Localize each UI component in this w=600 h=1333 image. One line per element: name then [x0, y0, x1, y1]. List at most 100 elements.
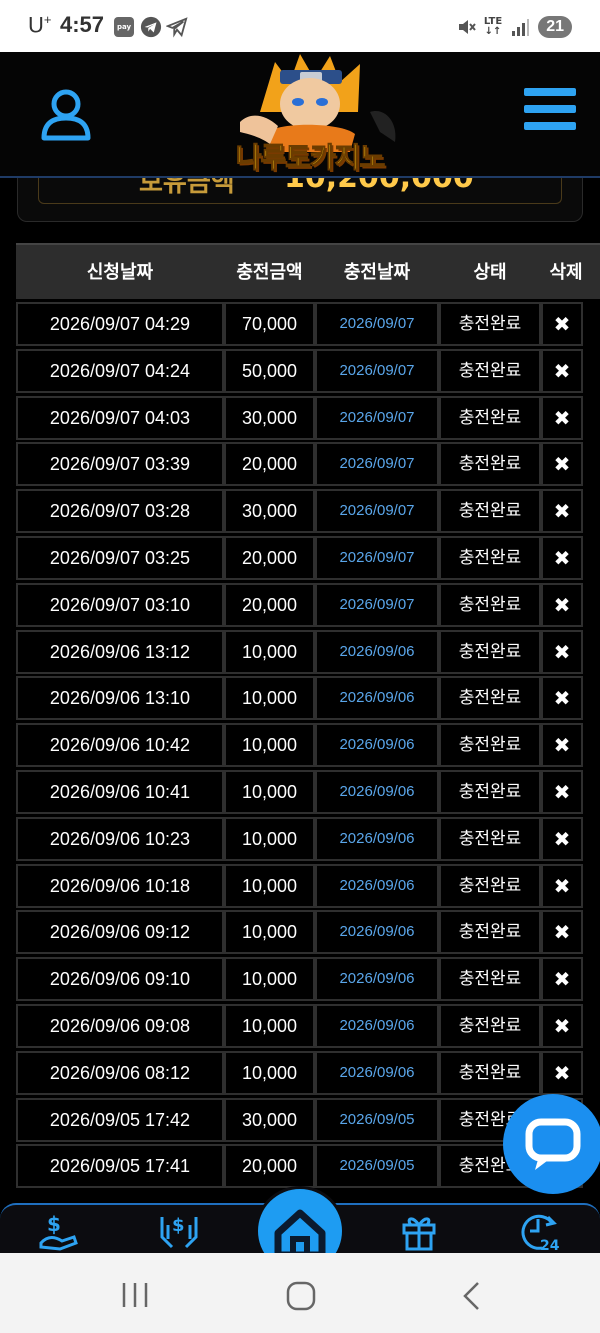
clock: 4:57 [60, 12, 105, 37]
mute-icon [458, 20, 476, 34]
cell-status: 충전완료 [439, 395, 541, 440]
cell-charge-date: 2026/09/06 [315, 910, 439, 955]
cell-amount: 30,000 [224, 1097, 315, 1142]
delete-icon[interactable]: ✖ [541, 863, 583, 908]
cell-amount: 10,000 [224, 1050, 315, 1095]
cell-status: 충전완료 [439, 723, 541, 768]
cell-amount: 50,000 [224, 348, 315, 393]
delete-icon[interactable]: ✖ [541, 1004, 583, 1048]
delete-icon[interactable]: ✖ [541, 770, 583, 814]
cell-amount: 10,000 [224, 910, 315, 955]
delete-icon[interactable]: ✖ [541, 910, 583, 955]
svg-text:24: 24 [540, 1238, 560, 1251]
cell-charge-date: 2026/09/07 [315, 536, 439, 580]
withdraw-icon[interactable]: $ [158, 1211, 200, 1251]
cell-amount: 30,000 [224, 489, 315, 534]
delete-icon[interactable]: ✖ [541, 348, 583, 393]
cell-status: 충전완료 [439, 910, 541, 955]
pay-icon: pay [114, 17, 134, 37]
cell-request-date: 2026/09/05 17:41 [16, 1144, 224, 1189]
cell-charge-date: 2026/09/07 [315, 395, 439, 440]
table-row: 2026/09/07 03:28 30,000 2026/09/07 충전완료 ✖ [16, 489, 600, 535]
site-logo[interactable]: 나루토카지노 [220, 52, 400, 175]
cell-status: 충전완료 [439, 770, 541, 814]
table-row: 2026/09/06 09:12 10,000 2026/09/06 충전완료 ✖ [16, 910, 600, 956]
cell-status: 충전완료 [439, 629, 541, 674]
cell-request-date: 2026/09/07 03:28 [16, 489, 224, 534]
cell-request-date: 2026/09/07 04:03 [16, 395, 224, 440]
user-icon[interactable] [38, 86, 94, 142]
cell-amount: 10,000 [224, 863, 315, 908]
cell-charge-date: 2026/09/07 [315, 582, 439, 627]
cell-status: 충전완료 [439, 1004, 541, 1048]
delete-icon[interactable]: ✖ [541, 395, 583, 440]
cell-charge-date: 2026/09/06 [315, 1004, 439, 1048]
cell-amount: 20,000 [224, 442, 315, 487]
delete-icon[interactable]: ✖ [541, 816, 583, 861]
gift-icon[interactable] [398, 1211, 440, 1251]
header-charge-date: 충전날짜 [343, 262, 411, 283]
chat-icon [525, 1118, 581, 1170]
cell-status: 충전완료 [439, 1050, 541, 1095]
cell-charge-date: 2026/09/05 [315, 1097, 439, 1142]
system-navigation-bar [0, 1253, 600, 1333]
delete-icon[interactable]: ✖ [541, 676, 583, 721]
cell-amount: 30,000 [224, 395, 315, 440]
cell-amount: 20,000 [224, 536, 315, 580]
delete-icon[interactable]: ✖ [541, 1050, 583, 1095]
cell-amount: 10,000 [224, 1004, 315, 1048]
cell-charge-date: 2026/09/06 [315, 770, 439, 814]
cell-charge-date: 2026/09/06 [315, 863, 439, 908]
cell-request-date: 2026/09/06 13:10 [16, 676, 224, 721]
cell-amount: 70,000 [224, 302, 315, 346]
cell-charge-date: 2026/09/05 [315, 1144, 439, 1189]
table-row: 2026/09/06 08:12 10,000 2026/09/06 충전완료 ✖ [16, 1050, 600, 1097]
table-row: 2026/09/06 10:41 10,000 2026/09/06 충전완료 ✖ [16, 770, 600, 816]
delete-icon[interactable]: ✖ [541, 489, 583, 534]
delete-icon[interactable]: ✖ [541, 957, 583, 1002]
delete-icon[interactable]: ✖ [541, 723, 583, 768]
hamburger-menu-icon[interactable] [524, 88, 576, 134]
cell-request-date: 2026/09/06 10:42 [16, 723, 224, 768]
cell-request-date: 2026/09/06 09:10 [16, 957, 224, 1002]
table-row: 2026/09/07 03:25 20,000 2026/09/07 충전완료 ✖ [16, 536, 600, 582]
header-delete: 삭제 [549, 262, 583, 283]
cell-charge-date: 2026/09/07 [315, 489, 439, 534]
back-icon[interactable] [460, 1281, 482, 1311]
cell-status: 충전완료 [439, 863, 541, 908]
balance-display: 보유금액 10,200,000 [38, 176, 562, 204]
table-row: 2026/09/07 03:39 20,000 2026/09/07 충전완료 ✖ [16, 442, 600, 488]
cell-amount: 10,000 [224, 770, 315, 814]
cell-charge-date: 2026/09/06 [315, 957, 439, 1002]
cell-amount: 20,000 [224, 1144, 315, 1189]
deposit-icon[interactable]: $ [38, 1211, 80, 1251]
support-24-icon[interactable]: 24 [518, 1211, 560, 1251]
delete-icon[interactable]: ✖ [541, 442, 583, 487]
cell-status: 충전완료 [439, 582, 541, 627]
balance-label: 보유금액 [139, 176, 235, 198]
cell-status: 충전완료 [439, 302, 541, 346]
logo-text: 나루토카지노 [235, 141, 386, 175]
table-row: 2026/09/06 09:10 10,000 2026/09/06 충전완료 ✖ [16, 957, 600, 1003]
cell-charge-date: 2026/09/06 [315, 629, 439, 674]
delete-icon[interactable]: ✖ [541, 582, 583, 627]
table-row: 2026/09/07 03:10 20,000 2026/09/07 충전완료 ✖ [16, 582, 600, 629]
table-row: 2026/09/07 04:29 70,000 2026/09/07 충전완료 ✖ [16, 302, 600, 348]
balance-value: 10,200,000 [284, 176, 474, 195]
cell-request-date: 2026/09/07 03:39 [16, 442, 224, 487]
header-amount: 충전금액 [236, 262, 303, 283]
home-system-icon[interactable] [286, 1281, 316, 1311]
send-icon [166, 17, 188, 38]
delete-icon[interactable]: ✖ [541, 629, 583, 674]
carrier-label: U+ [28, 12, 52, 38]
cell-amount: 10,000 [224, 629, 315, 674]
recent-apps-icon[interactable] [120, 1281, 150, 1309]
delete-icon[interactable]: ✖ [541, 302, 583, 346]
delete-icon[interactable]: ✖ [541, 536, 583, 580]
cell-charge-date: 2026/09/06 [315, 676, 439, 721]
cell-amount: 10,000 [224, 816, 315, 861]
cell-status: 충전완료 [439, 957, 541, 1002]
cell-request-date: 2026/09/07 04:29 [16, 302, 224, 346]
live-chat-button[interactable] [503, 1094, 600, 1194]
cell-request-date: 2026/09/06 13:12 [16, 629, 224, 674]
